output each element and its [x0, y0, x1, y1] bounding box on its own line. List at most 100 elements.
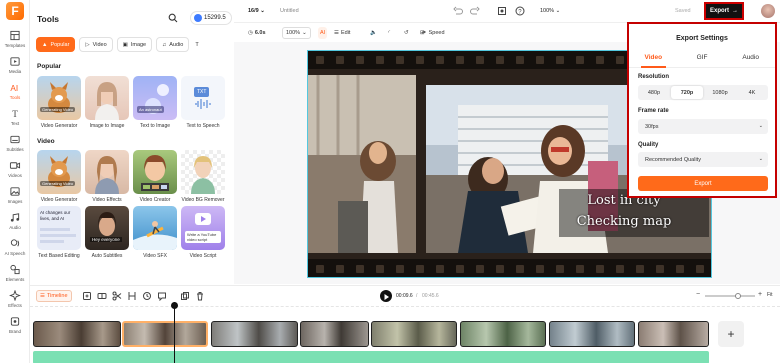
rail-images[interactable]: Images [0, 186, 30, 210]
rail-text[interactable]: T Text [0, 108, 30, 132]
video-clip[interactable] [300, 321, 369, 347]
tab-popular[interactable]: ▲ Popular [36, 37, 76, 52]
aspect-ratio-select[interactable]: 16/9 ⌄ [248, 8, 265, 14]
ai-speech-icon [10, 239, 20, 247]
avatar[interactable] [761, 4, 775, 18]
rail-elements[interactable]: Elements [0, 264, 30, 288]
help-icon[interactable]: ? [515, 6, 525, 16]
thumb-text: Hey everyone [90, 237, 122, 242]
tab-label: Image [130, 41, 147, 48]
video-clip-selected[interactable] [122, 321, 208, 347]
resolution-4k[interactable]: 4K [736, 85, 768, 100]
tool-card-video-generator[interactable]: Generating Video Video Generator [37, 76, 81, 129]
tool-thumb [181, 150, 225, 194]
rail-label: Audio [9, 225, 21, 230]
tool-card-video-sfx[interactable]: Video SFX [133, 206, 177, 259]
document-title[interactable]: Untitled [280, 8, 299, 14]
text-icon: T [12, 109, 18, 119]
app-logo[interactable]: F [6, 2, 24, 20]
tab-video[interactable]: ▷ Video [79, 37, 113, 52]
export-confirm-button[interactable]: Export [638, 176, 768, 191]
freeze-icon[interactable] [142, 291, 152, 301]
resolution-1080p[interactable]: 1080p [704, 85, 736, 100]
tool-card-text-based-editing[interactable]: AI changes our lives, and AI Text Based … [37, 206, 81, 259]
split-icon[interactable] [97, 291, 107, 301]
total-time: 00:45.6 [422, 293, 439, 299]
rail-brand[interactable]: Brand [0, 316, 30, 340]
zoom-in-icon[interactable]: + [758, 291, 762, 298]
scissors-icon[interactable] [112, 291, 122, 301]
rail-tools[interactable]: AI Tools [0, 82, 30, 106]
zoom-select[interactable]: 100% ⌄ [540, 8, 560, 14]
tool-card-video-effects[interactable]: Video Effects [85, 150, 129, 203]
export-tab-audio[interactable]: Audio [726, 54, 775, 67]
duplicate-icon[interactable] [180, 291, 190, 301]
video-clip[interactable] [638, 321, 709, 347]
tool-thumb: AI changes our lives, and AI [37, 206, 81, 250]
rail-audio[interactable]: Audio [0, 212, 30, 236]
export-settings-panel: Export Settings Video GIF Audio Resoluti… [627, 22, 777, 198]
export-tab-video[interactable]: Video [629, 54, 678, 68]
scale-select[interactable]: 100% ⌄ [282, 27, 311, 39]
trim-icon[interactable] [127, 291, 137, 301]
rail-videos[interactable]: Videos [0, 160, 30, 184]
resolution-480p[interactable]: 480p [638, 85, 670, 100]
tool-card-video-creator[interactable]: Video Creator [133, 150, 177, 203]
export-button[interactable]: Export → [704, 2, 744, 20]
comment-icon[interactable] [157, 291, 167, 301]
clock-icon: ◷ [248, 30, 253, 36]
flip-button[interactable]: ◜ [388, 27, 390, 39]
video-clip[interactable] [371, 321, 457, 347]
resolution-720p[interactable]: 720p [671, 86, 703, 99]
rail-media[interactable]: Media [0, 56, 30, 80]
tool-card-image-to-image[interactable]: Image to Image [85, 76, 129, 129]
fit-button[interactable]: Fit [767, 292, 773, 298]
redo-icon[interactable] [470, 6, 480, 16]
tool-card-text-to-speech[interactable]: TXT Text to Speech [181, 76, 225, 129]
zoom-slider-knob[interactable] [735, 293, 741, 299]
video-clip[interactable] [460, 321, 546, 347]
duration-control[interactable]: ◷ 6.0s [248, 27, 266, 39]
speed-control[interactable]: ⚭ Speed [422, 27, 445, 39]
timeline-zoom-slider[interactable] [705, 293, 755, 299]
add-clip-icon[interactable] [82, 291, 92, 301]
video-clip[interactable] [33, 321, 121, 347]
ai-enhance-button[interactable]: AI [318, 27, 328, 39]
timeline-toggle[interactable]: ☰ Timeline [36, 290, 72, 302]
tab-image[interactable]: ▣ Image [116, 37, 153, 52]
video-heading: Video [37, 138, 55, 145]
edit-button[interactable]: ☰ Edit [334, 27, 350, 39]
tab-audio[interactable]: ♫ Audio [156, 37, 190, 52]
playhead[interactable] [171, 302, 178, 363]
undo-icon[interactable] [453, 6, 463, 16]
rail-ai-speech[interactable]: AI Speech [0, 238, 30, 262]
audio-track[interactable] [33, 351, 709, 363]
video-clip[interactable] [211, 321, 298, 347]
rotate-button[interactable]: ↺ [404, 27, 409, 39]
volume-button[interactable]: 🔈 [370, 27, 377, 39]
rail-effects[interactable]: Effects [0, 290, 30, 314]
zoom-out-icon[interactable]: − [696, 291, 700, 298]
resolution-label: Resolution [638, 74, 669, 80]
quality-select[interactable]: Recommended Quality ⌄ [638, 152, 768, 167]
tool-card-video-generator-2[interactable]: Generating Video Video Generator [37, 150, 81, 203]
tool-card-video-bg-remover[interactable]: Video BG Remover [181, 150, 225, 203]
tab-text[interactable]: T [193, 37, 201, 52]
tool-label: Auto Subtitles [91, 253, 123, 259]
delete-icon[interactable] [195, 291, 205, 301]
export-tab-gif[interactable]: GIF [678, 54, 727, 67]
rail-templates[interactable]: Templates [0, 30, 30, 54]
tool-card-text-to-image[interactable]: An astronaut Text to Image [133, 76, 177, 129]
tool-card-video-script[interactable]: Write a YouTube video script Video Scrip… [181, 206, 225, 259]
search-icon[interactable] [168, 13, 178, 23]
credits-badge[interactable]: 15299.5 [190, 11, 232, 25]
framerate-select[interactable]: 30fps ⌄ [638, 119, 768, 134]
fit-screen-icon[interactable] [497, 6, 507, 16]
zoom-value: 100% [540, 8, 555, 14]
video-clip[interactable] [549, 321, 635, 347]
rail-subtitles[interactable]: Subtitles [0, 134, 30, 158]
play-button[interactable] [380, 290, 392, 302]
add-media-button[interactable]: + [718, 321, 744, 347]
ai-icon: AI [320, 30, 326, 36]
tool-card-auto-subtitles[interactable]: Hey everyone Auto Subtitles [85, 206, 129, 259]
